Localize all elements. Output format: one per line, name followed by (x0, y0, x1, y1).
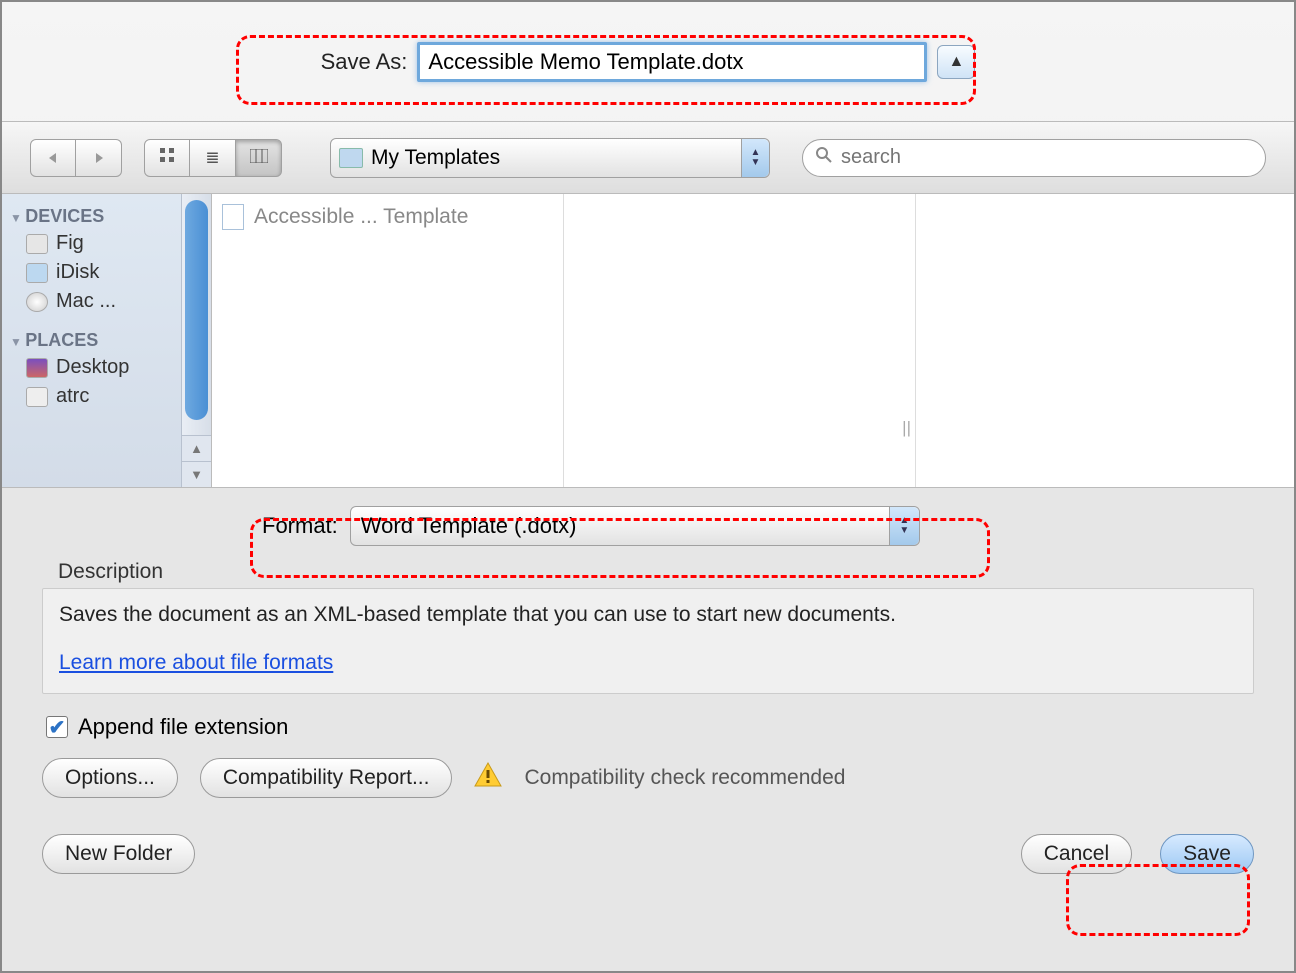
description-box: Saves the document as an XML-based templ… (42, 588, 1254, 694)
sidebar-header-places[interactable]: PLACES (10, 330, 205, 351)
column-resize-handle[interactable]: || (902, 418, 911, 438)
view-mode-list[interactable]: ≣ (190, 139, 236, 177)
scrollbar-thumb[interactable] (185, 200, 208, 420)
learn-more-link[interactable]: Learn more about file formats (59, 651, 333, 674)
disc-icon (26, 292, 48, 312)
footer-row: New Folder Cancel Save (42, 834, 1254, 874)
stepper-arrows-icon: ▲▼ (741, 139, 769, 177)
sidebar-item-label: iDisk (56, 261, 99, 284)
bottom-panel: Format: Word Template (.dotx) ▲▼ Descrip… (2, 488, 1294, 971)
triangle-up-icon: ▲ (949, 53, 965, 71)
home-icon (26, 387, 48, 407)
search-field[interactable] (802, 139, 1266, 177)
columns-icon (250, 148, 268, 168)
format-row: Format: Word Template (.dotx) ▲▼ (262, 506, 1254, 546)
folder-icon (339, 148, 363, 168)
format-value: Word Template (.dotx) (361, 513, 577, 539)
sidebar-item-label: Mac ... (56, 290, 116, 313)
scroll-down-icon[interactable]: ▼ (182, 461, 211, 487)
append-extension-label: Append file extension (78, 714, 288, 740)
save-as-label: Save As: (321, 49, 408, 75)
nav-forward-button[interactable] (76, 139, 122, 177)
idisk-icon (26, 263, 48, 283)
sidebar-place-atrc[interactable]: atrc (8, 382, 205, 411)
collapse-dialog-button[interactable]: ▲ (937, 45, 975, 79)
save-button[interactable]: Save (1160, 834, 1254, 874)
document-icon (222, 204, 244, 230)
sidebar-device-mac[interactable]: Mac ... ⏏ (8, 287, 205, 316)
file-browser: DEVICES Fig iDisk Mac ... ⏏ PLACES Deskt… (2, 194, 1294, 488)
save-as-row: Save As: ▲ (2, 2, 1294, 122)
browser-column-2: || (564, 194, 916, 487)
save-dialog: Save As: ▲ ≣ (0, 0, 1296, 973)
sidebar-device-fig[interactable]: Fig (8, 229, 205, 258)
append-extension-row: ✔ Append file extension (46, 714, 1254, 740)
scroll-up-icon[interactable]: ▲ (182, 435, 211, 461)
new-folder-button[interactable]: New Folder (42, 834, 195, 874)
description-text: Saves the document as an XML-based templ… (59, 603, 1237, 627)
sidebar-item-label: Fig (56, 232, 84, 255)
append-extension-checkbox[interactable]: ✔ (46, 716, 68, 738)
options-button[interactable]: Options... (42, 758, 178, 798)
compat-warning-text: Compatibility check recommended (524, 766, 845, 790)
view-mode-icons[interactable] (144, 139, 190, 177)
browser-column-1: Accessible ... Template (212, 194, 564, 487)
search-input[interactable] (841, 146, 1253, 169)
desktop-icon (26, 358, 48, 378)
file-name: Accessible ... Template (254, 205, 468, 229)
sidebar-scrollbar[interactable]: ▲ ▼ (181, 194, 211, 487)
sidebar: DEVICES Fig iDisk Mac ... ⏏ PLACES Deskt… (2, 194, 212, 487)
list-icon: ≣ (205, 148, 219, 168)
description-label: Description (58, 560, 1254, 584)
folder-name: My Templates (371, 146, 500, 170)
nav-back-button[interactable] (30, 139, 76, 177)
sidebar-item-label: atrc (56, 385, 89, 408)
folder-dropdown[interactable]: My Templates ▲▼ (330, 138, 770, 178)
toolbar-row: ≣ My Templates ▲▼ (2, 122, 1294, 194)
format-label: Format: (262, 513, 338, 539)
options-row: Options... Compatibility Report... Compa… (42, 758, 1254, 798)
cancel-button[interactable]: Cancel (1021, 834, 1132, 874)
drive-icon (26, 234, 48, 254)
save-as-input[interactable] (417, 42, 927, 82)
sidebar-place-desktop[interactable]: Desktop (8, 353, 205, 382)
format-dropdown[interactable]: Word Template (.dotx) ▲▼ (350, 506, 920, 546)
browser-column-3 (916, 194, 1294, 487)
search-icon (815, 146, 833, 170)
compat-report-button[interactable]: Compatibility Report... (200, 758, 453, 798)
view-mode-columns[interactable] (236, 139, 282, 177)
nav-back-forward (30, 139, 122, 177)
file-row[interactable]: Accessible ... Template (222, 204, 553, 230)
sidebar-device-idisk[interactable]: iDisk (8, 258, 205, 287)
view-mode-segment: ≣ (144, 139, 282, 177)
stepper-arrows-icon: ▲▼ (889, 507, 919, 545)
sidebar-item-label: Desktop (56, 356, 129, 379)
sidebar-header-devices[interactable]: DEVICES (10, 206, 205, 227)
warning-icon (474, 762, 502, 794)
grid-icon (159, 147, 175, 168)
